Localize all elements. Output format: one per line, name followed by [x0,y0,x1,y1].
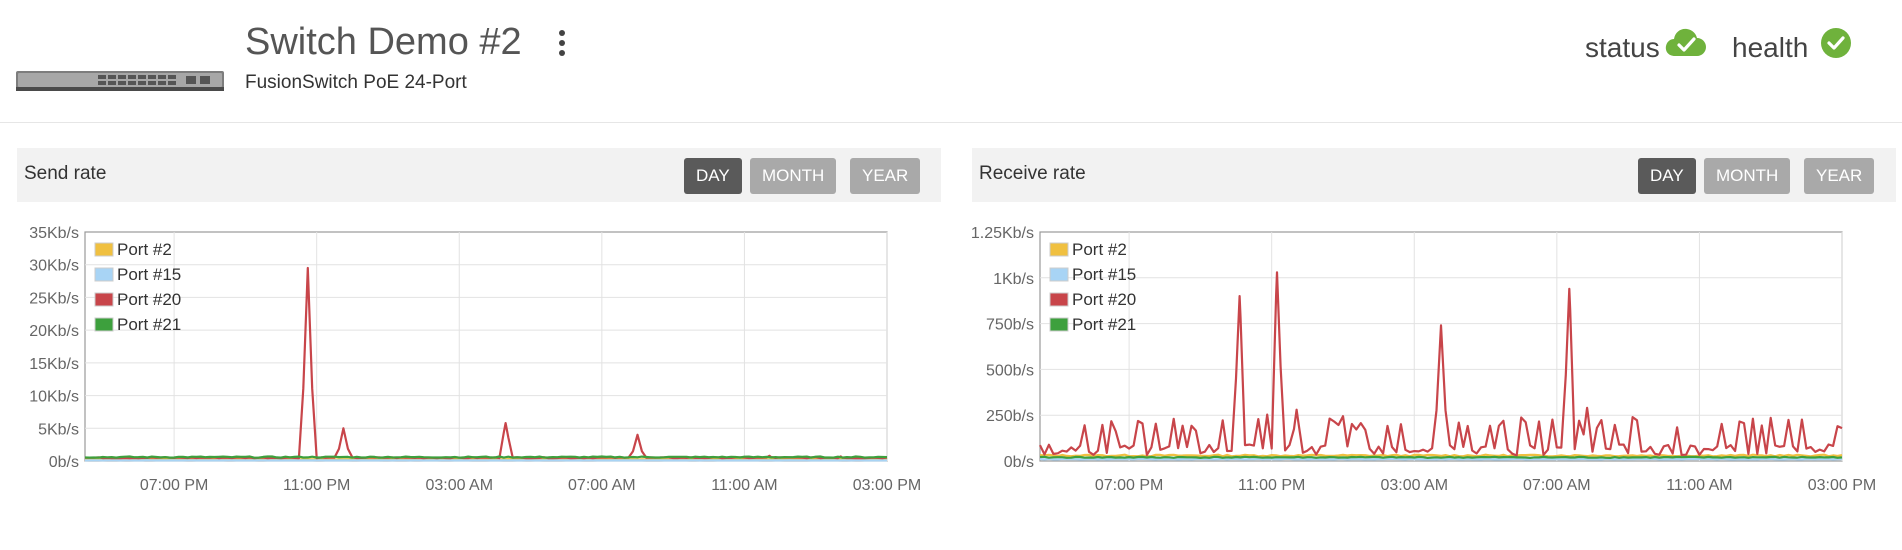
receive-rate-title: Receive rate [979,163,1086,184]
cloud-check-icon [1665,28,1706,56]
receive-rate-chart: 0b/s 250b/s 500b/s 750b/s 1Kb/s 1.25Kb/s 07:00… [972,225,1876,494]
receive-y-tick: 0b/s [1004,454,1034,471]
receive-y-tick: 500b/s [986,362,1034,379]
send-legend-swatch [94,317,114,332]
send-legend-swatch [94,292,114,307]
send-x-tick: 07:00 PM [140,477,208,494]
receive-x-tick: 03:00 AM [1380,477,1448,494]
receive-legend-label: Port #15 [1072,265,1136,284]
send-x-tick: 03:00 AM [425,477,493,494]
receive-month-button[interactable]: MONTH [1704,158,1791,194]
receive-y-tick: 1Kb/s [993,271,1034,288]
send-rate-chart: 0b/s 5Kb/s 10Kb/s 15Kb/s 20Kb/s 25Kb/s 30Kb/s 3… [29,225,921,494]
send-y-tick: 15Kb/s [29,356,79,373]
send-x-tick: 07:00 AM [568,477,636,494]
device-header: Switch Demo #2 FusionSwitch PoE 24-Port … [0,0,1902,123]
send-legend-label: Port #2 [117,240,172,259]
send-y-tick: 25Kb/s [29,290,79,307]
send-x-tick: 11:00 AM [711,477,777,494]
send-rate-header: Send rate DAY MONTH YEAR [17,148,941,202]
receive-legend-label: Port #21 [1072,315,1136,334]
receive-legend-swatch [1049,267,1069,282]
send-legend-label: Port #21 [117,315,181,334]
receive-legend-label: Port #20 [1072,290,1136,309]
receive-legend-swatch [1049,242,1069,257]
status-label: status [1585,32,1660,63]
send-y-tick: 5Kb/s [38,421,79,438]
receive-rate-panel: Receive rate DAY MONTH YEAR 0b/s 250b/s 50… [972,148,1896,548]
receive-series-line-4 [1039,455,1843,459]
receive-x-tick: 03:00 PM [1808,477,1876,494]
receive-year-button[interactable]: YEAR [1804,158,1875,194]
send-year-button[interactable]: YEAR [850,158,921,194]
receive-day-button[interactable]: DAY [1638,158,1696,194]
device-title: Switch Demo #2 [245,21,522,63]
receive-y-tick: 250b/s [986,408,1034,425]
send-y-tick: 0b/s [49,454,79,471]
receive-y-tick: 1.25Kb/s [972,225,1034,242]
receive-x-tick: 11:00 AM [1666,477,1732,494]
send-legend-label: Port #15 [117,265,181,284]
send-x-tick: 03:00 PM [853,477,921,494]
send-rate-panel: Send rate DAY MONTH YEAR 0b/s 5Kb/s 10Kb/s… [17,148,941,548]
send-y-tick: 35Kb/s [29,225,79,242]
health-label: health [1732,32,1809,63]
receive-series-line-2 [1039,457,1843,461]
switch-device-image [16,71,224,91]
send-day-button[interactable]: DAY [684,158,742,194]
send-legend-swatch [94,267,114,282]
receive-x-tick: 07:00 PM [1095,477,1163,494]
receive-x-tick: 11:00 PM [1238,477,1305,494]
receive-rate-header: Receive rate DAY MONTH YEAR [972,148,1896,202]
send-x-tick: 11:00 PM [283,477,350,494]
send-y-tick: 20Kb/s [29,323,79,340]
send-y-tick: 30Kb/s [29,258,79,275]
send-legend-swatch [94,242,114,257]
receive-legend-swatch [1049,317,1069,332]
receive-x-tick: 07:00 AM [1523,477,1591,494]
receive-legend-swatch [1049,292,1069,307]
send-y-tick: 10Kb/s [29,389,79,406]
send-series-line-4 [84,455,888,459]
device-model: FusionSwitch PoE 24-Port [245,72,467,93]
send-legend-label: Port #20 [117,290,181,309]
receive-y-tick: 750b/s [986,317,1034,334]
check-circle-icon [1821,28,1851,58]
send-rate-title: Send rate [24,163,107,184]
kebab-menu-icon[interactable] [552,30,572,60]
receive-legend-label: Port #2 [1072,240,1127,259]
send-month-button[interactable]: MONTH [750,158,837,194]
send-plot-area [84,231,888,462]
